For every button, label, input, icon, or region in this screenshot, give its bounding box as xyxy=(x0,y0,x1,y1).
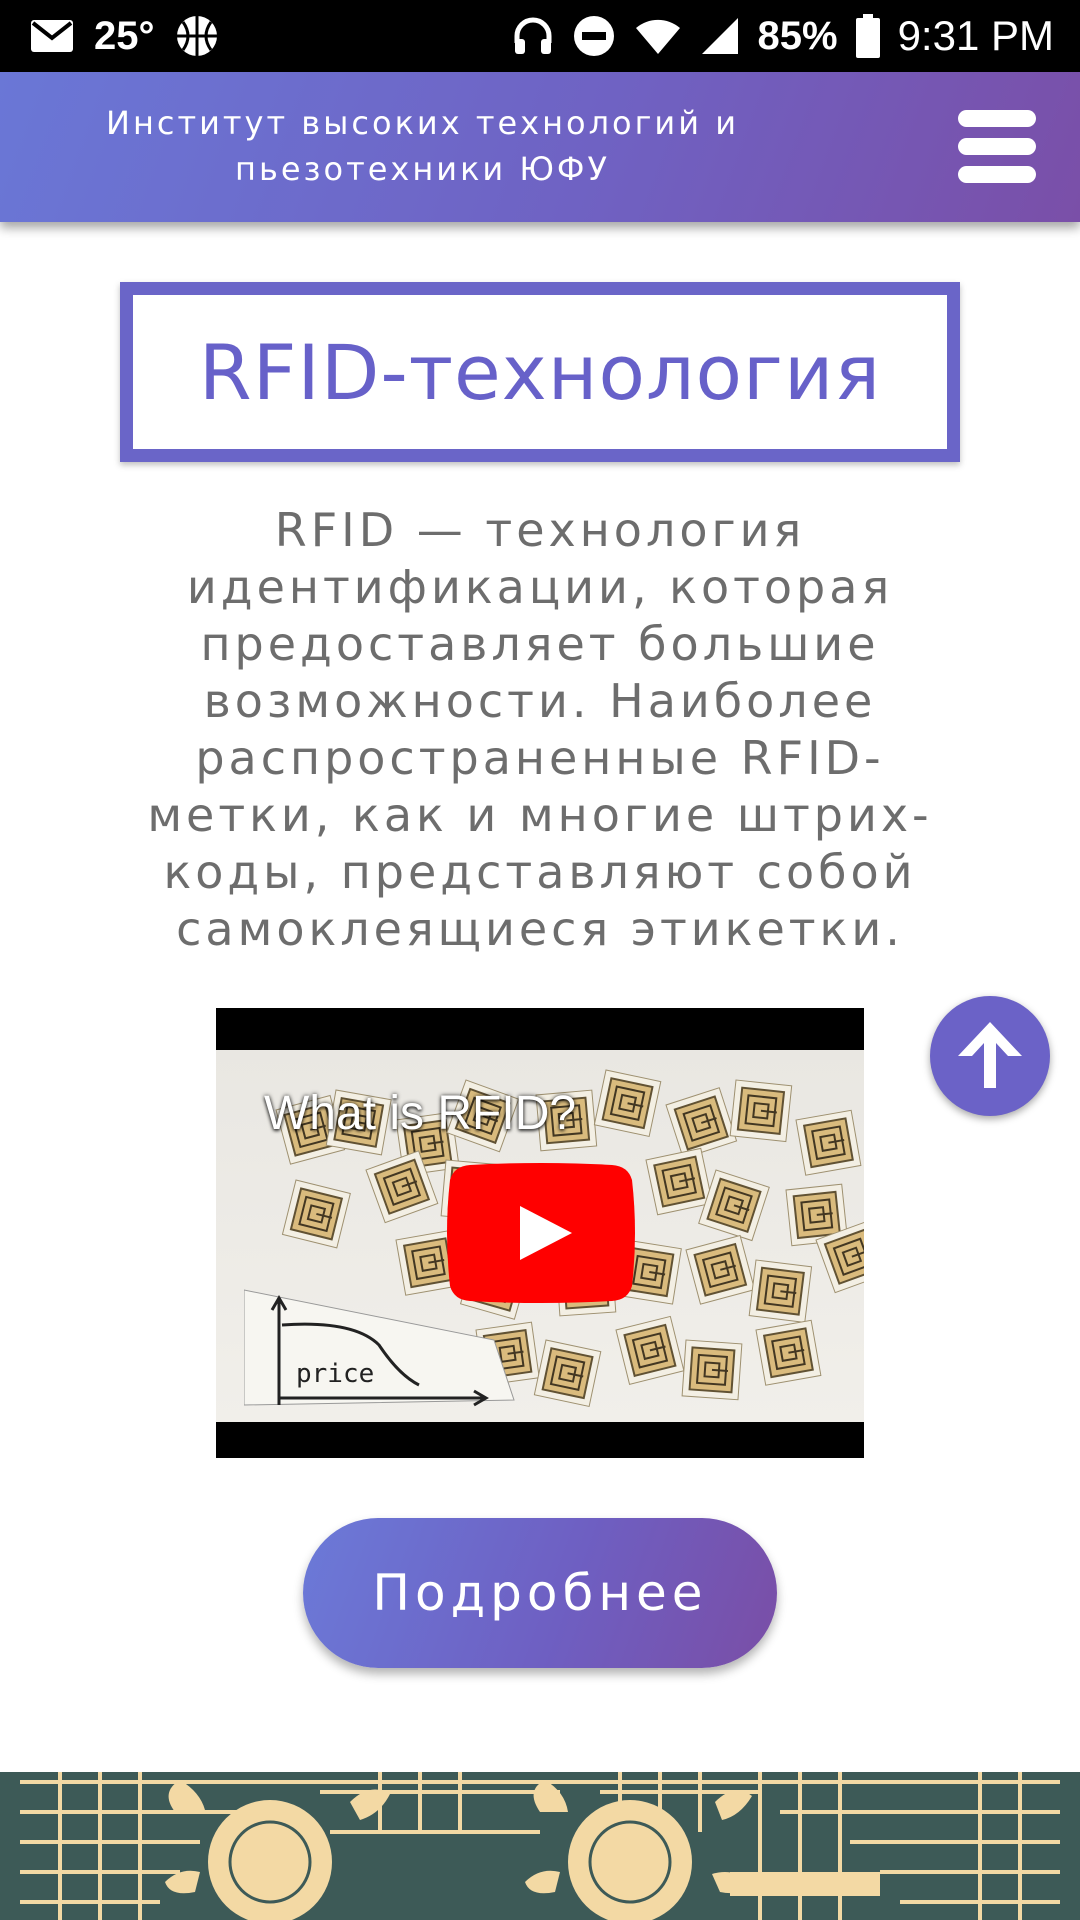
scroll-to-top-button[interactable] xyxy=(930,996,1050,1116)
section-description: RFID — технология идентификации, которая… xyxy=(147,503,933,956)
price-label: price xyxy=(296,1359,374,1389)
site-title[interactable]: Институт высоких технологий и пьезотехни… xyxy=(40,100,805,192)
more-button[interactable]: Подробнее xyxy=(303,1518,777,1668)
menu-bar xyxy=(958,110,1036,127)
headphones-icon xyxy=(512,15,554,57)
signal-icon xyxy=(700,16,740,56)
status-bar-left: 25° xyxy=(30,0,219,72)
site-header: Институт высоких технологий и пьезотехни… xyxy=(0,72,1080,222)
gmail-icon xyxy=(30,19,74,53)
menu-bar xyxy=(958,138,1036,155)
footer-gear-pattern xyxy=(0,1772,1080,1920)
arrow-up-icon xyxy=(950,1014,1030,1098)
temperature-text: 25° xyxy=(94,13,155,58)
status-bar-right: 85% 9:31 PM xyxy=(512,0,1054,72)
battery-icon xyxy=(855,14,880,58)
wifi-icon xyxy=(634,16,682,56)
youtube-play-icon[interactable] xyxy=(440,1162,642,1304)
section-heading: RFID-технология xyxy=(198,327,882,417)
battery-percent-text: 85% xyxy=(757,13,838,58)
menu-bar xyxy=(958,166,1036,183)
do-not-disturb-icon xyxy=(572,14,616,58)
hamburger-menu-icon[interactable] xyxy=(958,110,1036,184)
basketball-icon xyxy=(175,14,219,58)
status-bar: 25° 85% 9:31 PM xyxy=(0,0,1080,72)
clock-text: 9:31 PM xyxy=(897,12,1054,59)
youtube-video-embed[interactable]: price What is RFID? xyxy=(216,1008,864,1458)
section-title-box: RFID-технология xyxy=(120,282,960,462)
video-title[interactable]: What is RFID? xyxy=(264,1086,576,1141)
